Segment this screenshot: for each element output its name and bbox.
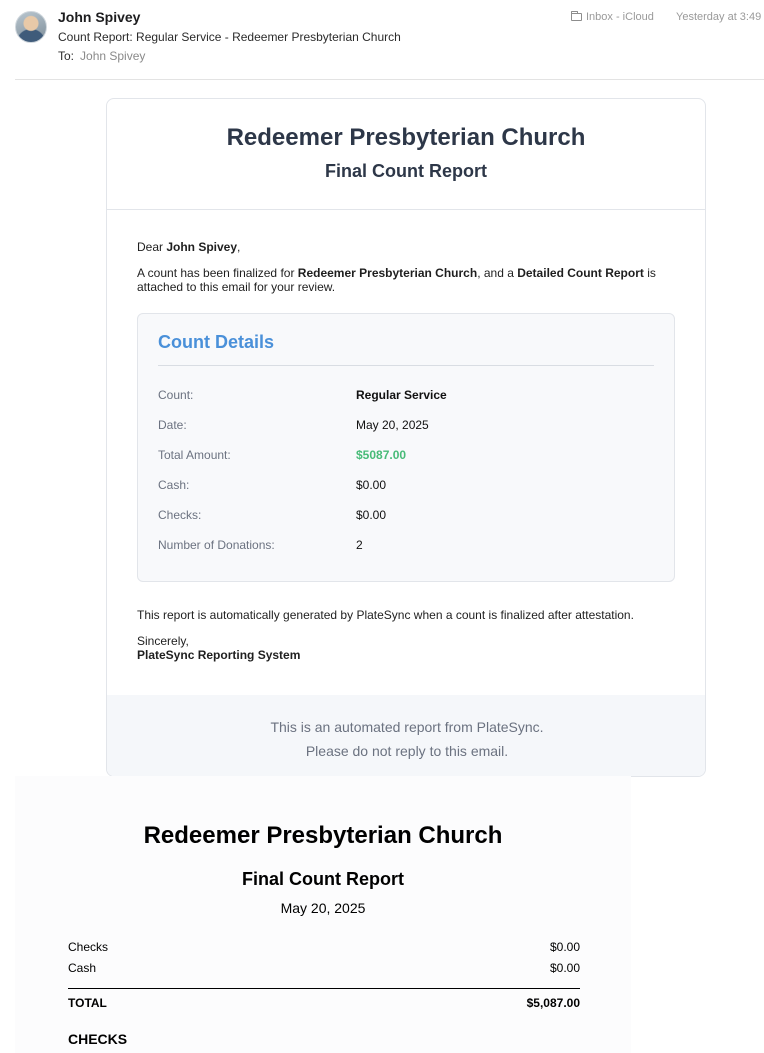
detail-value: 2 (356, 538, 363, 552)
intro-paragraph: A count has been finalized for Redeemer … (137, 266, 675, 294)
detail-label: Number of Donations: (158, 538, 275, 552)
sender-avatar[interactable] (15, 11, 47, 43)
detail-row-donations: Number of Donations: 2 (158, 538, 654, 568)
total-value: $5,087.00 (526, 996, 580, 1010)
row-label: Checks (68, 940, 109, 954)
detail-value: May 20, 2025 (356, 418, 429, 432)
mailbox-label: Inbox - iCloud (586, 11, 654, 23)
detail-row-cash: Cash: $0.00 (158, 478, 654, 508)
email-timestamp: Yesterday at 3:49 (676, 11, 762, 23)
signature: PlateSync Reporting System (137, 648, 301, 662)
detail-label: Checks: (158, 508, 202, 522)
detail-label: Date: (158, 418, 187, 432)
detail-label: Count: (158, 388, 194, 402)
total-divider (68, 988, 580, 989)
intro-text-1: A count has been finalized for (137, 266, 298, 280)
detail-row-count: Count: Regular Service (158, 388, 654, 418)
count-details-title: Count Details (158, 314, 654, 366)
greeting-recipient: John Spivey (166, 240, 238, 254)
footer-line-1: This is an automated report from PlateSy… (270, 719, 544, 735)
intro-report-name: Detailed Count Report (517, 266, 644, 280)
row-value: $0.00 (549, 961, 580, 975)
detail-value: Regular Service (356, 388, 447, 402)
total-amount-value: $5087.00 (356, 448, 407, 462)
to-label: To: (58, 49, 75, 63)
detail-row-checks: Checks: $0.00 (158, 508, 654, 538)
email-subject: Count Report: Regular Service - Redeemer… (58, 30, 401, 44)
detail-row-total-amount: Total Amount: $5087.00 (158, 448, 654, 478)
greeting-prefix: Dear (137, 240, 167, 254)
greeting: Dear John Spivey, (137, 240, 675, 254)
email-card-footer: This is an automated report from PlateSy… (107, 695, 705, 776)
sincerely-text: Sincerely, (137, 634, 189, 648)
greeting-suffix: , (237, 240, 241, 254)
attachment-row-total: TOTAL $5,087.00 (68, 996, 580, 1010)
detail-value: $0.00 (356, 478, 387, 492)
attachment-date: May 20, 2025 (280, 900, 366, 916)
total-label: TOTAL (68, 996, 107, 1010)
detail-row-date: Date: May 20, 2025 (158, 418, 654, 448)
attachment-report-title: Final Count Report (242, 869, 404, 889)
header-divider (15, 79, 764, 80)
count-details-list: Count: Regular Service Date: May 20, 202… (158, 366, 654, 568)
mailbox-indicator[interactable]: Inbox - iCloud (571, 11, 654, 23)
recipient-row: To: John Spivey (58, 49, 145, 63)
detail-value: $0.00 (356, 508, 387, 522)
row-label: Cash (68, 961, 97, 975)
checks-section-heading: CHECKS (68, 1031, 128, 1047)
mail-header: John Spivey Count Report: Regular Servic… (0, 0, 764, 80)
recipient-name[interactable]: John Spivey (80, 49, 145, 63)
church-name-heading: Redeemer Presbyterian Church (226, 124, 586, 151)
sign-off: Sincerely, PlateSync Reporting System (137, 634, 675, 662)
intro-church: Redeemer Presbyterian Church (297, 266, 478, 280)
count-details-panel: Count Details Count: Regular Service Dat… (137, 313, 675, 582)
row-value: $0.00 (549, 940, 580, 954)
email-card-body: Dear John Spivey, A count has been final… (107, 210, 705, 662)
attachment-row-cash: Cash $0.00 (68, 961, 580, 975)
detail-label: Total Amount: (158, 448, 231, 462)
attachment-row-checks: Checks $0.00 (68, 940, 580, 954)
folder-icon (571, 11, 582, 21)
email-card-header: Redeemer Presbyterian Church Final Count… (107, 99, 705, 210)
attachment-church-name: Redeemer Presbyterian Church (143, 822, 503, 849)
intro-text-2: , and a (477, 266, 518, 280)
detail-label: Cash: (158, 478, 190, 492)
auto-generated-note: This report is automatically generated b… (137, 608, 634, 622)
sender-name[interactable]: John Spivey (58, 9, 140, 25)
report-title-heading: Final Count Report (325, 161, 487, 181)
email-card: Redeemer Presbyterian Church Final Count… (106, 98, 706, 777)
footer-line-2: Please do not reply to this email. (305, 743, 509, 759)
attachment-preview[interactable]: Redeemer Presbyterian Church Final Count… (15, 776, 631, 1053)
